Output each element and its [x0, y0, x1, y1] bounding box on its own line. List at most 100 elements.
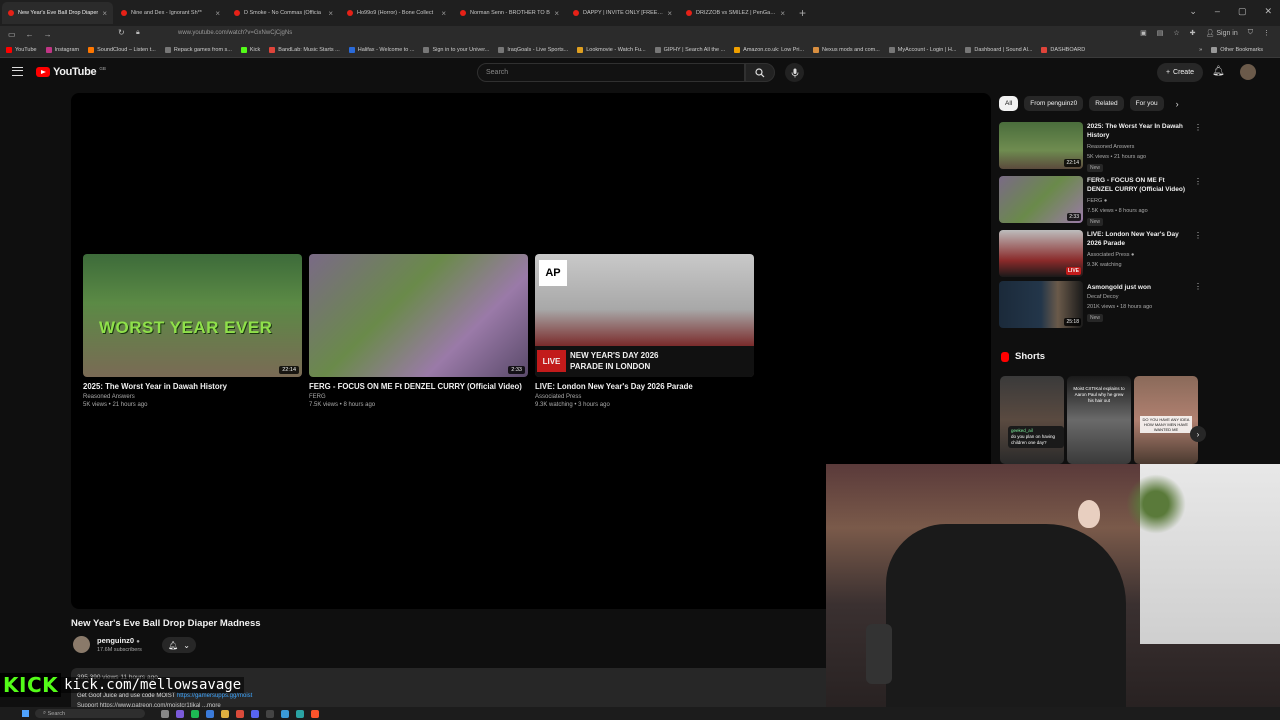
- browser-tab[interactable]: Ho99o9 (Horror) - Bone Collect ×: [341, 2, 452, 24]
- discord-icon[interactable]: [251, 709, 259, 718]
- endcard-video[interactable]: WORST YEAR EVER 22:14 2025: The Worst Ye…: [83, 254, 302, 408]
- recommendation-item[interactable]: 25:18 Asmongold just won Decaf Decoy 201…: [999, 281, 1204, 329]
- youtube-logo[interactable]: YouTube GB: [36, 66, 106, 78]
- search-input[interactable]: Search: [477, 63, 745, 82]
- browser-tab[interactable]: D Smoke - No Commas (Officia ×: [228, 2, 339, 24]
- more-options-icon[interactable]: ⋮: [1194, 231, 1202, 240]
- bookmark-item[interactable]: Repack games from s...: [164, 47, 232, 53]
- close-tab-icon[interactable]: ×: [441, 9, 446, 18]
- recommendation-channel[interactable]: FERG ●: [1087, 198, 1107, 204]
- recommendation-item[interactable]: 22:14 2025: The Worst Year In Dawah Hist…: [999, 122, 1204, 172]
- bookmark-item[interactable]: SoundCloud – Listen t...: [88, 47, 156, 53]
- chevron-right-icon[interactable]: ›: [1176, 99, 1179, 109]
- bookmark-item[interactable]: YouTube: [6, 47, 37, 53]
- bookmark-item[interactable]: BandLab: Music Starts ...: [269, 47, 340, 53]
- recommendation-title[interactable]: FERG - FOCUS ON ME Ft DENZEL CURRY (Offi…: [1087, 176, 1191, 194]
- voice-search-button[interactable]: [785, 63, 804, 82]
- bookmark-star-icon[interactable]: ☆: [1173, 29, 1179, 37]
- short-item[interactable]: DO YOU HAVE ANY IDEA HOW MANY MEN HAVE W…: [1134, 376, 1198, 464]
- endcard-channel[interactable]: FERG: [309, 394, 528, 400]
- channel-name[interactable]: penguinz0 ●: [97, 636, 140, 645]
- shield-icon[interactable]: ⛉: [1248, 29, 1253, 37]
- sidebar-toggle-icon[interactable]: ▭: [8, 30, 16, 39]
- taskbar-app-icon[interactable]: [296, 709, 304, 718]
- recommendation-title[interactable]: LIVE: London New Year's Day 2026 Parade: [1087, 230, 1191, 248]
- extensions-puzzle-icon[interactable]: ✚: [1190, 29, 1196, 37]
- browser-tab[interactable]: DAPPY | INVITE ONLY [FREESTY ×: [567, 2, 678, 24]
- close-tab-icon[interactable]: ×: [328, 9, 333, 18]
- notifications-bell-icon[interactable]: 🔔︎: [1212, 66, 1225, 77]
- recommendation-title[interactable]: 2025: The Worst Year In Dawah History: [1087, 122, 1191, 140]
- recommendation-thumbnail[interactable]: 22:14: [999, 122, 1083, 169]
- create-button[interactable]: + Create: [1157, 63, 1203, 82]
- bookmark-item[interactable]: Amazon.co.uk: Low Pri...: [734, 47, 804, 53]
- bookmark-item[interactable]: Nexus mods and com...: [813, 47, 880, 53]
- recommendation-channel[interactable]: Associated Press ●: [1087, 252, 1134, 258]
- more-options-icon[interactable]: ⋮: [1194, 282, 1202, 291]
- endcard-video[interactable]: 2:33 FERG - FOCUS ON ME Ft DENZEL CURRY …: [309, 254, 528, 408]
- chip-related[interactable]: Related: [1089, 96, 1124, 111]
- recommendation-thumbnail[interactable]: 25:18: [999, 281, 1083, 328]
- channel-avatar[interactable]: [73, 636, 90, 653]
- endcard-thumbnail[interactable]: WORST YEAR EVER 22:14: [83, 254, 302, 377]
- security-lock-icon[interactable]: 🔒︎: [136, 29, 140, 37]
- menu-icon[interactable]: ⋮: [1263, 29, 1270, 37]
- endcard-title[interactable]: FERG - FOCUS ON ME Ft DENZEL CURRY (Offi…: [309, 382, 528, 391]
- url-field[interactable]: www.youtube.com/watch?v=GxNwCjCjgNs: [178, 30, 292, 36]
- close-tab-icon[interactable]: ×: [215, 9, 220, 18]
- browser-tab[interactable]: Nine and Dex - Ignorant Sh** ×: [115, 2, 226, 24]
- more-options-icon[interactable]: ⋮: [1194, 177, 1202, 186]
- browser-tab[interactable]: DRIZZOB vs SMILEZ | PenGame ×: [680, 2, 791, 24]
- close-tab-icon[interactable]: ×: [554, 9, 559, 18]
- hamburger-menu-icon[interactable]: [12, 67, 23, 76]
- chip-for-you[interactable]: For you: [1129, 96, 1164, 111]
- bookmark-item[interactable]: IraqGoals - Live Sports...: [498, 47, 568, 53]
- sidebar-icon[interactable]: ▤: [1157, 29, 1164, 37]
- shorts-next-button[interactable]: ›: [1190, 426, 1206, 442]
- new-tab-icon[interactable]: +: [799, 6, 806, 20]
- endcard-title[interactable]: 2025: The Worst Year in Dawah History: [83, 382, 302, 391]
- browser-tab[interactable]: Norman Senn - BROTHER TO B ×: [454, 2, 565, 24]
- endcard-video[interactable]: AP LIVE NEW YEAR'S DAY 2026 PARADE IN LO…: [535, 254, 754, 408]
- close-tab-icon[interactable]: ×: [780, 9, 785, 18]
- close-tab-icon[interactable]: ×: [102, 9, 107, 18]
- search-button[interactable]: [745, 63, 775, 82]
- chip-from-channel[interactable]: From penguinz0: [1024, 96, 1084, 111]
- recommendation-item[interactable]: 2:33 FERG - FOCUS ON ME Ft DENZEL CURRY …: [999, 176, 1204, 226]
- chip-all[interactable]: All: [999, 96, 1019, 111]
- bookmark-item[interactable]: MyAccount - Login | H...: [888, 47, 956, 53]
- taskbar-app-icon[interactable]: [281, 709, 289, 718]
- reload-icon[interactable]: ↻: [118, 28, 125, 37]
- endcard-thumbnail[interactable]: AP LIVE NEW YEAR'S DAY 2026 PARADE IN LO…: [535, 254, 754, 377]
- recommendation-item[interactable]: LIVE LIVE: London New Year's Day 2026 Pa…: [999, 230, 1204, 278]
- bookmark-item[interactable]: Sign in to your Univer...: [423, 47, 489, 53]
- recommendation-channel[interactable]: Decaf Decoy: [1087, 294, 1119, 300]
- taskbar-app-icon[interactable]: [176, 709, 184, 718]
- recommendation-channel[interactable]: Reasoned Answers: [1087, 144, 1134, 150]
- forward-icon[interactable]: →: [44, 30, 52, 39]
- recommendation-thumbnail[interactable]: LIVE: [999, 230, 1083, 277]
- browser-icon[interactable]: [311, 709, 319, 718]
- folder-icon[interactable]: [221, 709, 229, 718]
- short-item[interactable]: Moist CrITIKal explains to Aaron Paul wh…: [1067, 376, 1131, 464]
- steam-icon[interactable]: [266, 709, 274, 718]
- bookmark-item[interactable]: Dashboard | Sound Al...: [965, 47, 1032, 53]
- account-avatar[interactable]: [1240, 64, 1256, 80]
- windows-start-icon[interactable]: [22, 710, 29, 717]
- endcard-title[interactable]: LIVE: London New Year's Day 2026 Parade: [535, 382, 754, 391]
- endcard-channel[interactable]: Associated Press: [535, 394, 754, 400]
- taskbar-app-icon[interactable]: [236, 709, 244, 718]
- back-icon[interactable]: ←: [26, 30, 34, 39]
- close-icon[interactable]: ✕: [1264, 6, 1272, 17]
- minimize-icon[interactable]: –: [1215, 6, 1220, 17]
- sign-in-button[interactable]: 👤︎ Sign in: [1206, 29, 1238, 37]
- maximize-icon[interactable]: ▢: [1238, 6, 1247, 17]
- bookmark-item[interactable]: Halifax - Welcome to ...: [348, 47, 414, 53]
- browser-tab[interactable]: New Year's Eve Ball Drop Diaper ×: [2, 2, 113, 24]
- taskbar-search[interactable]: ⌕ Search: [35, 709, 145, 718]
- taskbar-app-icon[interactable]: [161, 709, 169, 718]
- recommendation-title[interactable]: Asmongold just won: [1087, 283, 1191, 292]
- more-options-icon[interactable]: ⋮: [1194, 123, 1202, 132]
- extension-icon[interactable]: ▣: [1140, 29, 1147, 37]
- endcard-thumbnail[interactable]: 2:33: [309, 254, 528, 377]
